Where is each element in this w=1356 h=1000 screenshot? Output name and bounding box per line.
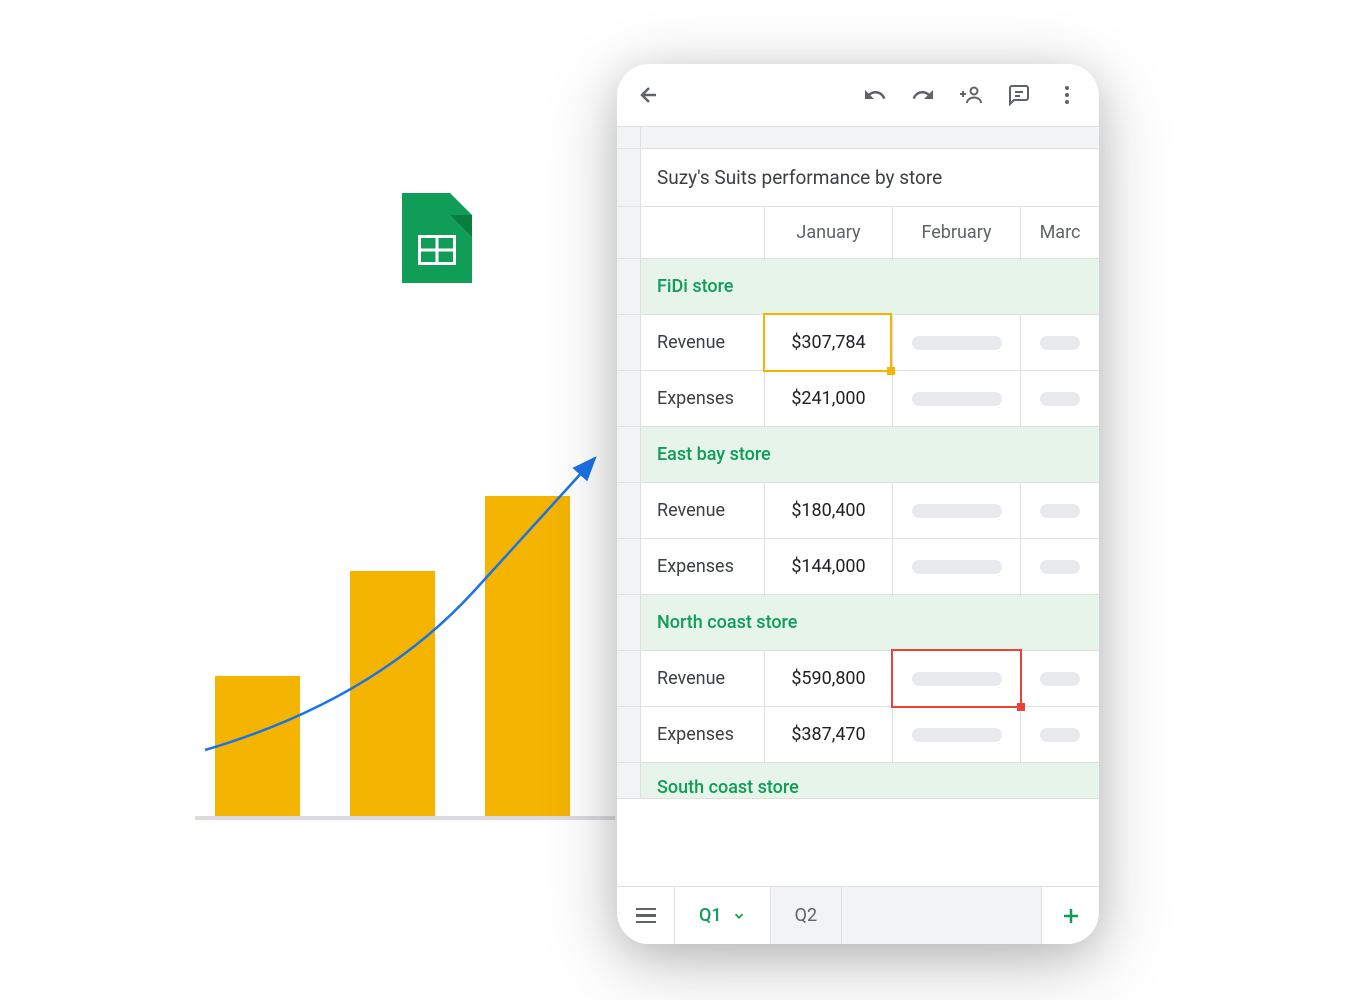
cell-placeholder[interactable] xyxy=(1021,483,1099,538)
cell-placeholder[interactable] xyxy=(1021,315,1099,370)
row-header[interactable] xyxy=(617,763,641,798)
tab-q1[interactable]: Q1 xyxy=(675,887,771,944)
column-header-january[interactable]: January xyxy=(765,207,893,258)
more-icon[interactable] xyxy=(1055,83,1079,107)
sheets-app-icon xyxy=(402,193,472,283)
sheet-tabs-bar: Q1 Q2 xyxy=(617,886,1099,944)
phone-mockup: Suzy's Suits performance by store Januar… xyxy=(617,64,1099,944)
tab-q2[interactable]: Q2 xyxy=(771,887,843,944)
cell[interactable] xyxy=(641,207,765,258)
cell[interactable]: $241,000 xyxy=(765,371,893,426)
column-header-february[interactable]: February xyxy=(893,207,1021,258)
row-header[interactable] xyxy=(617,149,641,206)
chart-bar xyxy=(350,571,435,816)
column-header-march[interactable]: Marc xyxy=(1021,207,1099,258)
cell-placeholder[interactable] xyxy=(893,483,1021,538)
cell-placeholder[interactable] xyxy=(893,707,1021,762)
store-header-southcoast[interactable]: South coast store xyxy=(641,763,1099,798)
undo-icon[interactable] xyxy=(863,83,887,107)
row-header[interactable] xyxy=(617,315,641,370)
cell-placeholder[interactable] xyxy=(893,539,1021,594)
row-header[interactable] xyxy=(617,427,641,482)
row-label[interactable]: Expenses xyxy=(641,707,765,762)
cell-selected-collaborator[interactable] xyxy=(893,651,1021,706)
row-label[interactable]: Revenue xyxy=(641,483,765,538)
cell-selected-primary[interactable]: $307,784 xyxy=(765,315,893,370)
cell[interactable]: $590,800 xyxy=(765,651,893,706)
row-label[interactable]: Revenue xyxy=(641,651,765,706)
cell-placeholder[interactable] xyxy=(1021,651,1099,706)
add-person-icon[interactable] xyxy=(959,83,983,107)
cell-placeholder[interactable] xyxy=(893,315,1021,370)
bar-chart xyxy=(195,430,615,830)
row-header[interactable] xyxy=(617,651,641,706)
all-sheets-menu[interactable] xyxy=(617,887,675,944)
chart-bar xyxy=(215,676,300,816)
store-header-fidi[interactable]: FiDi store xyxy=(641,259,1099,314)
row-header[interactable] xyxy=(617,707,641,762)
store-header-northcoast[interactable]: North coast store xyxy=(641,595,1099,650)
row-label[interactable]: Expenses xyxy=(641,539,765,594)
select-all-corner[interactable] xyxy=(617,127,641,149)
row-label[interactable]: Revenue xyxy=(641,315,765,370)
cell-placeholder[interactable] xyxy=(1021,707,1099,762)
row-header[interactable] xyxy=(617,539,641,594)
plus-icon xyxy=(1059,904,1083,928)
redo-icon[interactable] xyxy=(911,83,935,107)
row-header[interactable] xyxy=(617,259,641,314)
cell[interactable]: $180,400 xyxy=(765,483,893,538)
row-header[interactable] xyxy=(617,371,641,426)
tab-label: Q1 xyxy=(699,905,722,926)
hamburger-icon xyxy=(636,908,656,924)
chart-x-axis xyxy=(195,816,615,820)
row-header[interactable] xyxy=(617,483,641,538)
back-icon[interactable] xyxy=(637,83,661,107)
cell-placeholder[interactable] xyxy=(893,371,1021,426)
row-label[interactable]: Expenses xyxy=(641,371,765,426)
cell[interactable]: $144,000 xyxy=(765,539,893,594)
chevron-down-icon xyxy=(732,909,746,923)
spreadsheet[interactable]: Suzy's Suits performance by store Januar… xyxy=(617,126,1099,799)
cell[interactable]: $387,470 xyxy=(765,707,893,762)
cell-placeholder[interactable] xyxy=(1021,539,1099,594)
cell-placeholder[interactable] xyxy=(1021,371,1099,426)
app-toolbar xyxy=(617,64,1099,126)
tab-label: Q2 xyxy=(795,905,818,926)
row-header[interactable] xyxy=(617,207,641,258)
comment-icon[interactable] xyxy=(1007,83,1031,107)
add-sheet-button[interactable] xyxy=(1041,887,1099,944)
store-header-eastbay[interactable]: East bay store xyxy=(641,427,1099,482)
chart-bar xyxy=(485,496,570,816)
sheet-title-cell[interactable]: Suzy's Suits performance by store xyxy=(641,149,1099,206)
row-header[interactable] xyxy=(617,595,641,650)
column-header-area xyxy=(641,127,1099,149)
